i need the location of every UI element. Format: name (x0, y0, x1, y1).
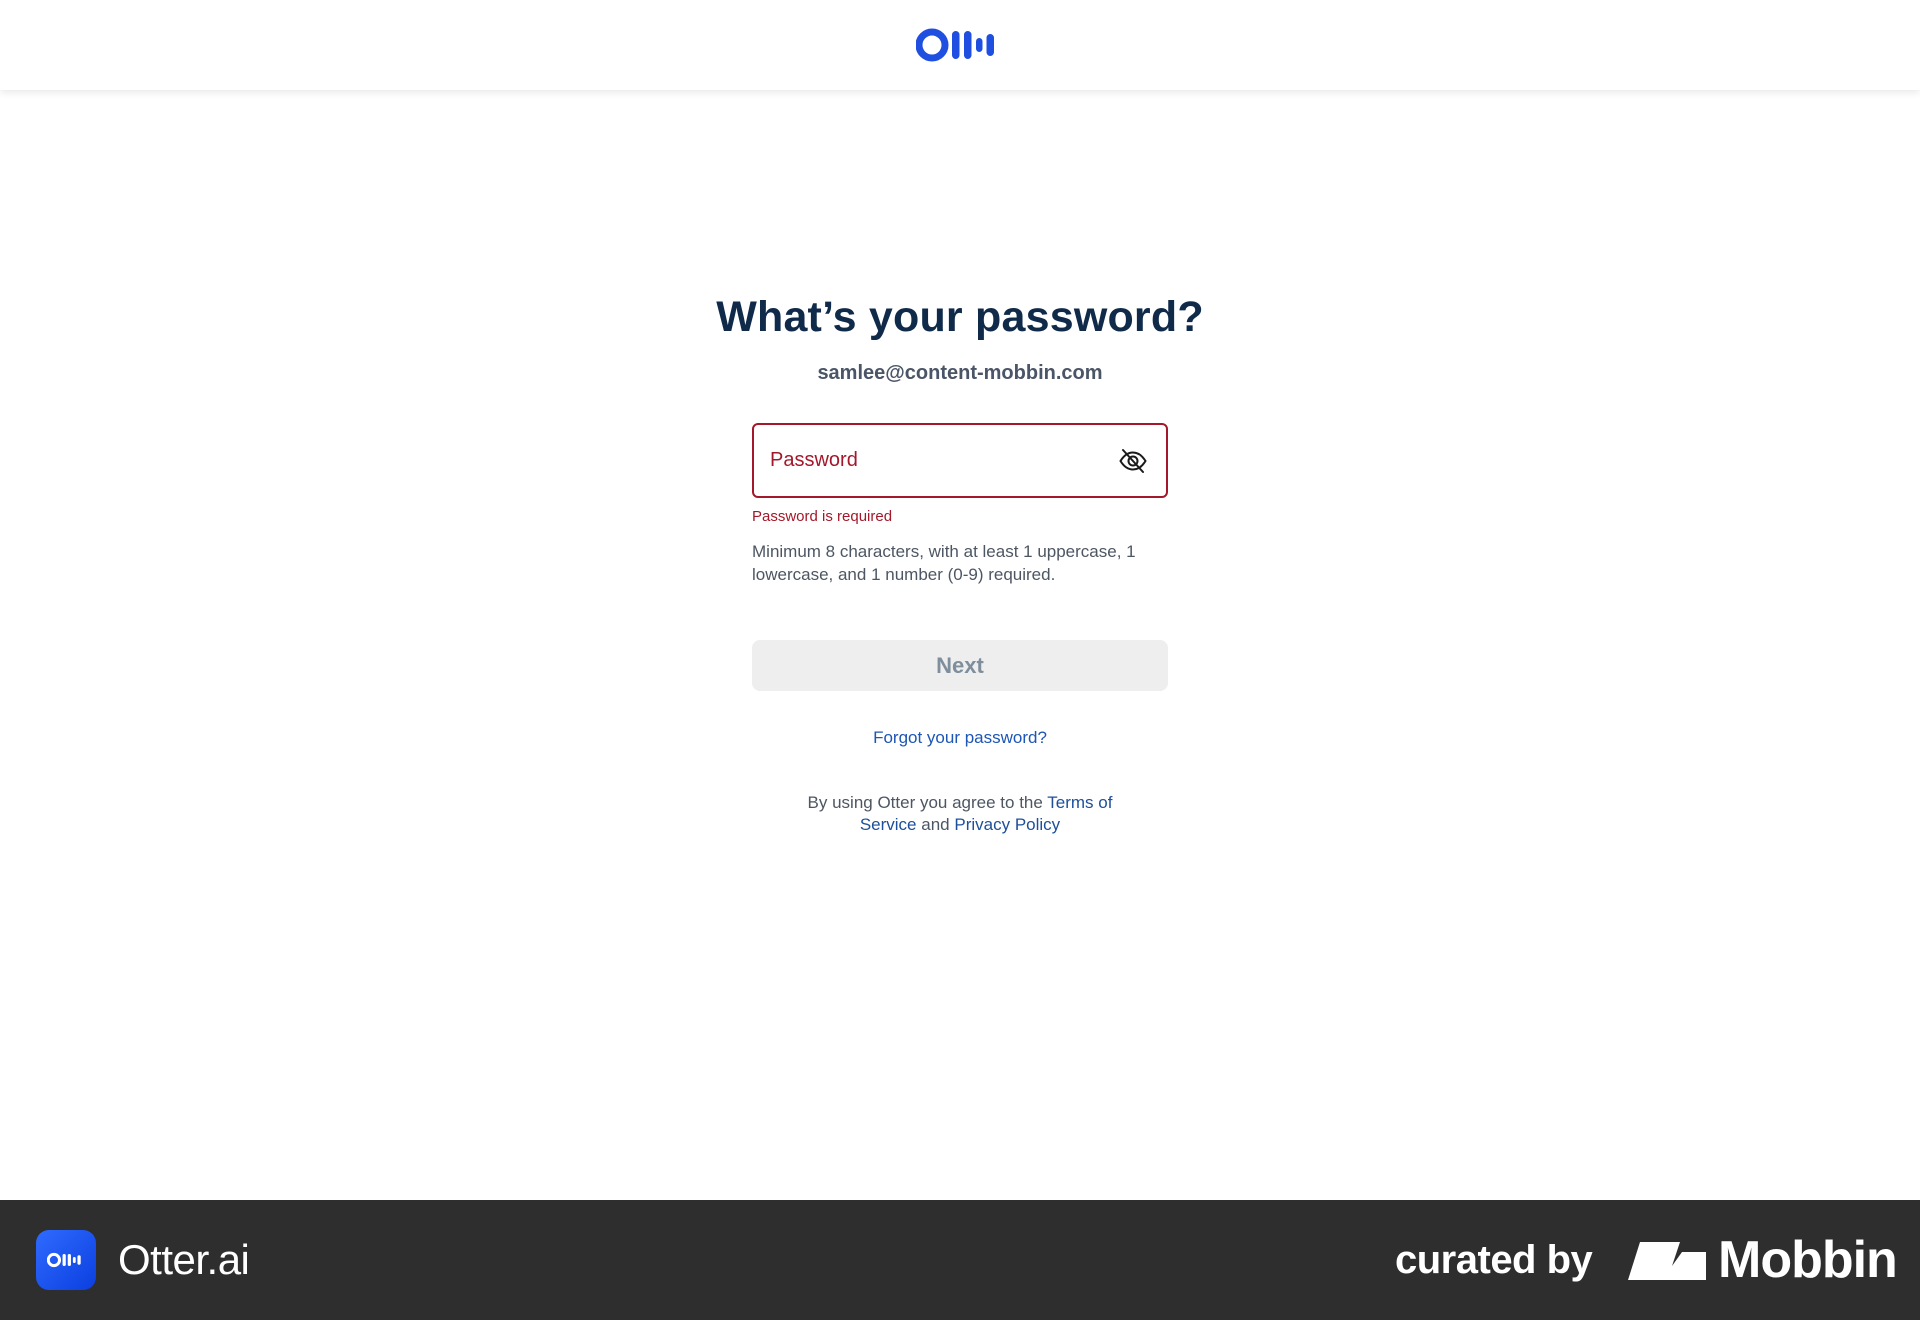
password-input[interactable] (770, 449, 1116, 472)
mobbin-logo-icon (1626, 1240, 1708, 1285)
login-content: What’s your password? samlee@content-mob… (0, 90, 1920, 1200)
next-button[interactable]: Next (752, 640, 1168, 691)
account-email: samlee@content-mobbin.com (817, 362, 1103, 384)
footer-bar: Otter.ai curated by Mobbin (0, 1200, 1920, 1320)
password-error: Password is required (752, 508, 893, 525)
terms-and: and (921, 815, 950, 834)
top-bar (0, 0, 1920, 90)
password-hint: Minimum 8 characters, with at least 1 up… (752, 542, 1136, 584)
terms-notice: By using Otter you agree to the Terms of… (800, 792, 1120, 836)
otter-app-icon (36, 1230, 96, 1290)
terms-prefix: By using Otter you agree to the (807, 793, 1043, 812)
mobbin-wordmark: Mobbin (1718, 1231, 1898, 1289)
forgot-password-link[interactable]: Forgot your password? (873, 728, 1047, 747)
password-field[interactable] (752, 423, 1168, 498)
eye-off-icon[interactable] (1116, 444, 1150, 478)
curated-by-label: curated by (1395, 1238, 1593, 1282)
app-name: Otter.ai (118, 1236, 250, 1283)
forgot-password-row: Forgot your password? (752, 728, 1168, 748)
page-title: What’s your password? (716, 293, 1204, 341)
otter-logo-icon[interactable] (916, 25, 1004, 65)
privacy-policy-link[interactable]: Privacy Policy (954, 815, 1060, 834)
